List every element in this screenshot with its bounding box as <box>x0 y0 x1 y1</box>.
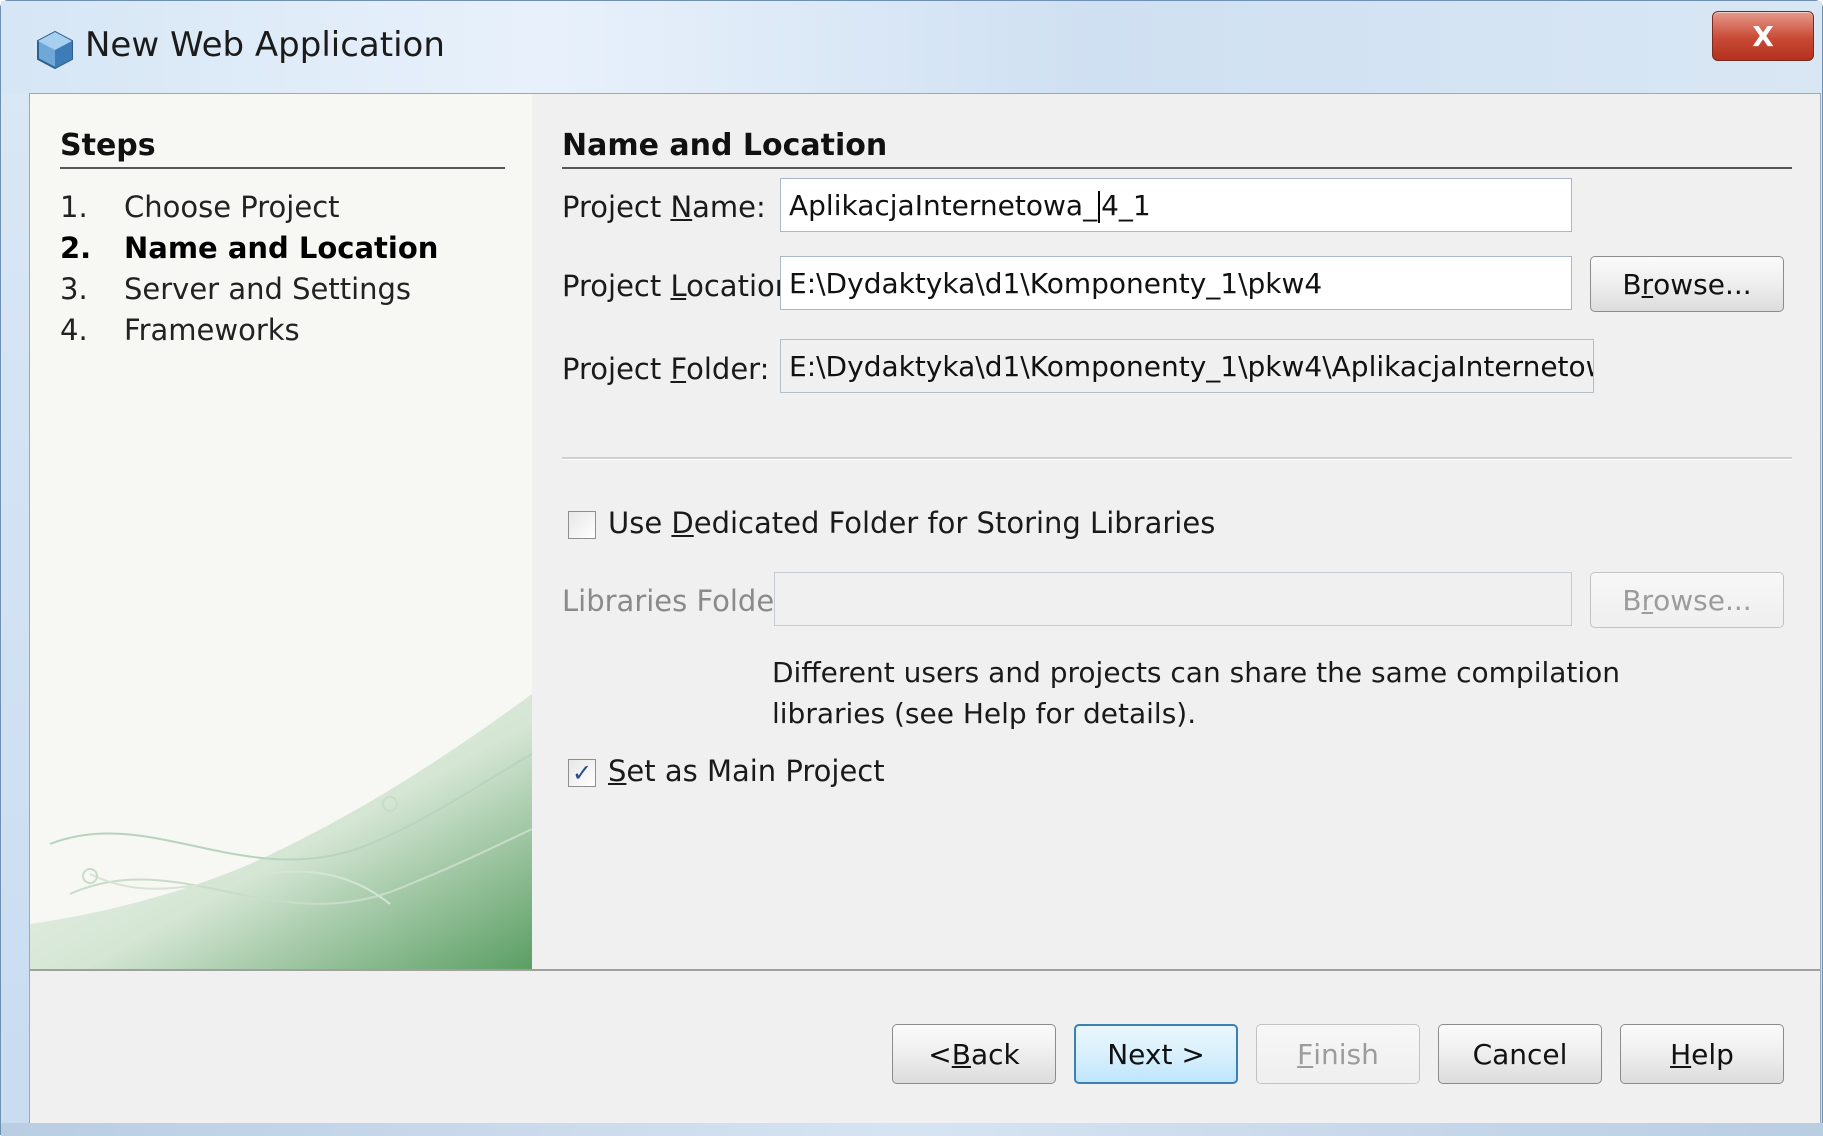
steps-divider <box>60 167 505 169</box>
step-name-and-location: 2. Name and Location <box>60 231 438 265</box>
step-label: Choose Project <box>124 190 340 224</box>
libraries-folder-input[interactable] <box>774 572 1572 626</box>
close-button[interactable]: X <box>1712 11 1814 61</box>
steps-panel: Steps 1. Choose Project 2. Name and Locati… <box>30 94 532 969</box>
project-folder-field[interactable]: E:\Dydaktyka\d1\Komponenty_1\pkw4\Aplika… <box>780 339 1594 393</box>
window-title: New Web Application <box>85 25 445 65</box>
netbeans-cube-icon <box>37 30 73 70</box>
step-frameworks: 4. Frameworks <box>60 313 300 347</box>
step-number: 3. <box>60 272 88 306</box>
libraries-folder-label: Libraries Folder: <box>562 584 796 618</box>
dedicated-folder-label[interactable]: Use Dedicated Folder for Storing Librari… <box>608 506 1215 540</box>
libraries-help-text-line1: Different users and projects can share t… <box>772 656 1621 689</box>
separator <box>562 457 1792 460</box>
step-label: Frameworks <box>124 313 300 347</box>
browse-location-button[interactable]: Br owse... <box>1590 256 1784 312</box>
title-bar[interactable]: New Web Application X <box>1 1 1822 93</box>
close-icon: X <box>1752 19 1774 53</box>
project-folder-label: Project Folder: <box>562 352 770 386</box>
project-location-input[interactable]: E:\Dydaktyka\d1\Komponenty_1\pkw4 <box>780 256 1572 310</box>
checkmark-icon: ✓ <box>571 759 593 787</box>
project-name-input[interactable]: AplikacjaInternetowa_ 4_1 <box>780 178 1572 232</box>
browse-libraries-button[interactable]: Br owse... <box>1590 572 1784 628</box>
decorative-swoosh-graphic <box>30 694 532 969</box>
cancel-button[interactable]: Cancel <box>1438 1024 1602 1084</box>
steps-heading: Steps <box>60 128 156 163</box>
step-label: Server and Settings <box>124 272 412 306</box>
help-button[interactable]: Help <box>1620 1024 1784 1084</box>
main-panel: Name and Location Project Name: Aplikacj… <box>532 94 1820 969</box>
back-button[interactable]: < Back <box>892 1024 1056 1084</box>
project-name-label: Project Name: <box>562 190 766 224</box>
project-location-label: Project Location: <box>562 269 803 303</box>
step-number: 1. <box>60 190 88 224</box>
libraries-help-text-line2: libraries (see Help for details). <box>772 697 1197 730</box>
main-project-label[interactable]: Set as Main Project <box>608 754 885 788</box>
dialog-window: New Web Application X Steps 1. Choose Pro… <box>0 0 1823 1136</box>
next-button[interactable]: Next > <box>1074 1024 1238 1084</box>
text-caret <box>1098 191 1101 223</box>
step-number: 4. <box>60 313 88 347</box>
step-server-and-settings: 3. Server and Settings <box>60 272 411 306</box>
bottom-frame-edge <box>1 1123 1823 1136</box>
step-number: 2. <box>60 231 92 265</box>
button-bar-divider <box>30 969 1820 971</box>
dialog-content: Steps 1. Choose Project 2. Name and Locati… <box>29 93 1821 1125</box>
step-choose-project: 1. Choose Project <box>60 190 340 224</box>
section-divider <box>562 167 1792 169</box>
main-project-checkbox[interactable]: ✓ <box>568 759 596 787</box>
dedicated-folder-checkbox[interactable] <box>568 511 596 539</box>
finish-button[interactable]: Finish <box>1256 1024 1420 1084</box>
step-label: Name and Location <box>124 231 439 265</box>
section-heading: Name and Location <box>562 128 888 163</box>
